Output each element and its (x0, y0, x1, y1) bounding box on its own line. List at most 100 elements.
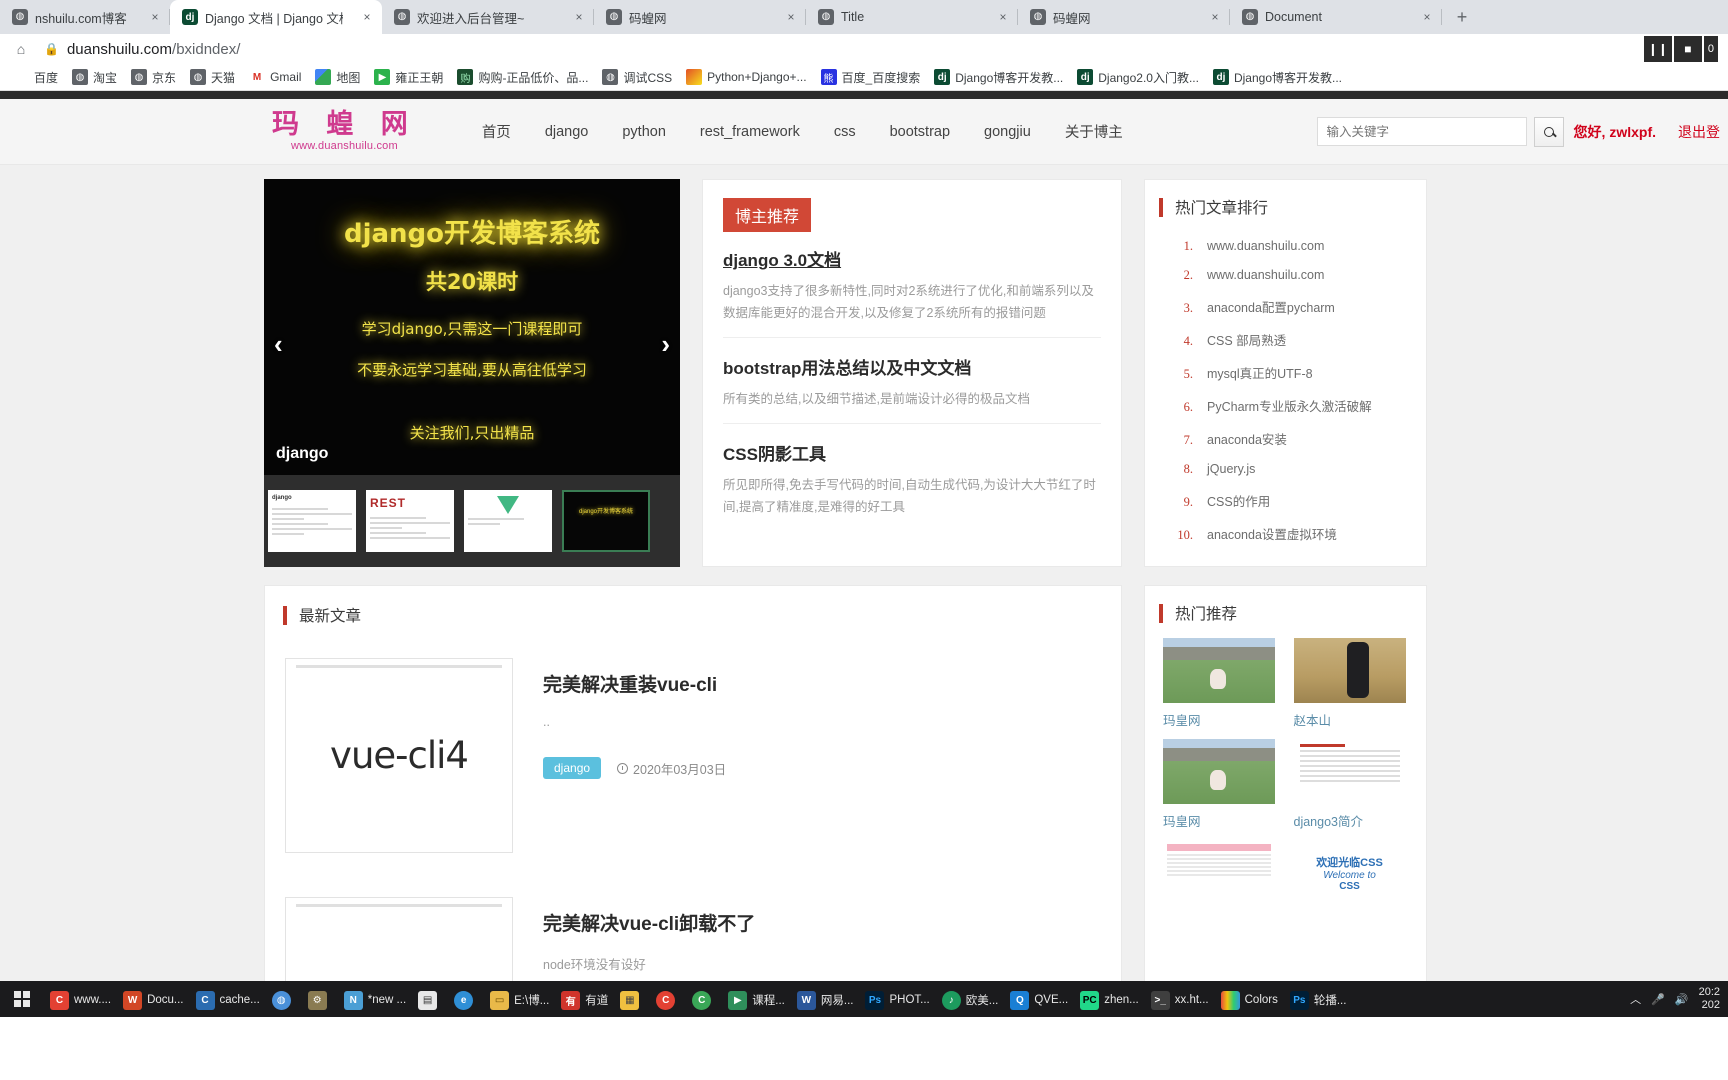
taskbar-item[interactable]: Q QVE... (1004, 981, 1074, 1017)
nav-item-bootstrap[interactable]: bootstrap (873, 116, 967, 148)
hot-caption[interactable]: 赵本山 (1294, 710, 1409, 729)
rank-label[interactable]: CSS 部局熟透 (1207, 330, 1286, 349)
rank-label[interactable]: mysql真正的UTF-8 (1207, 363, 1313, 382)
taskbar-item[interactable]: C (650, 981, 686, 1017)
taskbar-item[interactable]: ▶ 课程... (722, 981, 791, 1017)
home-icon[interactable]: ⌂ (10, 38, 32, 60)
recommend-title[interactable]: bootstrap用法总结以及中文文档 (723, 354, 1101, 379)
nav-item-about[interactable]: 关于博主 (1048, 113, 1140, 150)
hot-caption[interactable]: 玛皇网 (1163, 811, 1278, 830)
new-tab-button[interactable]: + (1448, 3, 1476, 31)
bookmark-item[interactable]: 购购购-正品低价、品... (450, 67, 595, 88)
taskbar-item[interactable]: e (448, 981, 484, 1017)
hot-caption[interactable]: django3简介 (1294, 811, 1409, 830)
taskbar-item[interactable]: ⚙ (302, 981, 338, 1017)
bookmark-item[interactable]: 百度 (6, 67, 65, 88)
browser-tab[interactable]: ◍ Title × (806, 0, 1018, 34)
hot-thumbnail[interactable] (1293, 739, 1406, 804)
article-tag[interactable]: django (543, 757, 602, 779)
bookmark-item[interactable]: 地图 (308, 67, 367, 88)
list-item[interactable]: 10. anaconda设置虚拟环境 (1175, 517, 1408, 550)
taskbar-item[interactable]: W Docu... (117, 981, 189, 1017)
nav-item-css[interactable]: css (817, 116, 873, 148)
taskbar-item[interactable]: >_ xx.ht... (1145, 981, 1215, 1017)
carousel-thumb[interactable] (464, 490, 552, 552)
hot-item[interactable]: 赵本山 (1293, 638, 1409, 729)
bookmark-item[interactable]: 熊百度_百度搜索 (814, 67, 928, 88)
tab-close-button[interactable]: × (148, 10, 162, 24)
search-button[interactable] (1533, 116, 1564, 147)
bookmark-item[interactable]: dj Django2.0入门教... (1070, 67, 1206, 88)
hot-thumbnail[interactable] (1163, 638, 1275, 703)
rank-label[interactable]: www.duanshuilu.com (1207, 268, 1324, 282)
rank-label[interactable]: www.duanshuilu.com (1207, 239, 1324, 253)
nav-item-django[interactable]: django (528, 116, 606, 148)
taskbar-item[interactable]: W 网易... (791, 981, 860, 1017)
taskbar-item[interactable]: ▦ (614, 981, 650, 1017)
search-input[interactable] (1316, 117, 1527, 146)
chevron-up-icon[interactable]: ︿ (1630, 991, 1641, 1007)
list-item[interactable]: 5. mysql真正的UTF-8 (1175, 356, 1408, 389)
hot-item[interactable]: django3简介 (1293, 739, 1409, 830)
tab-close-button[interactable]: × (784, 10, 798, 24)
tab-close-button[interactable]: × (360, 10, 374, 24)
rank-label[interactable]: anaconda设置虚拟环境 (1207, 524, 1337, 543)
list-item[interactable]: 2. www.duanshuilu.com (1175, 261, 1408, 290)
browser-tab-active[interactable]: dj Django 文档 | Django 文档 | Dj × (170, 0, 382, 34)
browser-tab[interactable]: ◍ 码蝗网 × (594, 0, 806, 34)
taskbar-item[interactable]: ◍ (266, 981, 302, 1017)
hero-carousel[interactable]: django开发博客系统 共20课时 学习django,只需这一门课程即可 不要… (264, 179, 680, 567)
article-item[interactable]: vue-cli4 完美解决重装vue-cli .. django 2020年03… (265, 636, 1121, 875)
list-item[interactable]: 1. www.duanshuilu.com (1175, 232, 1408, 261)
taskbar-item[interactable]: ♪ 欧美... (936, 981, 1005, 1017)
windows-icon[interactable] (0, 981, 44, 1017)
rank-label[interactable]: anaconda配置pycharm (1207, 297, 1335, 316)
carousel-thumb[interactable]: django开发博客系统 (562, 490, 650, 552)
taskbar-item[interactable]: N *new ... (338, 981, 412, 1017)
list-item[interactable]: 3. anaconda配置pycharm (1175, 290, 1408, 323)
stop-icon[interactable]: ■ (1673, 36, 1702, 62)
list-item[interactable]: 6. PyCharm专业版永久激活破解 (1175, 389, 1408, 422)
bookmark-item[interactable]: dj Django博客开发教... (927, 67, 1070, 88)
browser-tab[interactable]: ◍ nshuilu.com博客 × (0, 0, 170, 34)
taskbar-item[interactable]: Colors (1215, 981, 1284, 1017)
hot-thumbnail[interactable] (1163, 840, 1275, 905)
taskbar-item[interactable]: ▤ (412, 981, 448, 1017)
bookmark-item[interactable]: ▶ 雍正王朝 (367, 67, 450, 88)
rank-label[interactable]: jQuery.js (1207, 462, 1255, 476)
rank-label[interactable]: CSS的作用 (1207, 491, 1270, 510)
clock-area[interactable]: 20:2 202 (1699, 986, 1720, 1011)
taskbar-item[interactable]: C (686, 981, 722, 1017)
volume-icon[interactable]: 🔊 (1675, 993, 1689, 1006)
taskbar-item[interactable]: Ps 轮播... (1284, 981, 1353, 1017)
tab-close-button[interactable]: × (572, 10, 586, 24)
bookmark-item[interactable]: Python+Django+... (679, 67, 813, 87)
recommend-title[interactable]: CSS阴影工具 (723, 440, 1101, 465)
list-item[interactable]: 9. CSS的作用 (1175, 484, 1408, 517)
nav-item-home[interactable]: 首页 (465, 113, 528, 150)
rank-label[interactable]: PyCharm专业版永久激活破解 (1207, 396, 1372, 415)
list-item[interactable]: 7. anaconda安装 (1175, 422, 1408, 455)
rank-label[interactable]: anaconda安装 (1207, 429, 1287, 448)
recommend-title[interactable]: django 3.0文档 (723, 246, 1101, 271)
taskbar-item[interactable]: Ccache... (190, 981, 266, 1017)
nav-item-gongjiu[interactable]: gongjiu (967, 116, 1048, 148)
taskbar-item[interactable]: 有有道 (555, 981, 614, 1017)
taskbar-item[interactable]: ▭ E:\博... (484, 981, 555, 1017)
bookmark-item[interactable]: ◍ 京东 (124, 67, 183, 88)
hot-thumbnail[interactable] (1163, 739, 1275, 804)
nav-item-python[interactable]: python (605, 116, 683, 148)
chevron-right-icon[interactable]: › (661, 329, 670, 360)
bookmark-item[interactable]: M Gmail (242, 67, 308, 87)
article-title[interactable]: 完美解决重装vue-cli (543, 670, 1101, 697)
tab-close-button[interactable]: × (996, 10, 1010, 24)
hot-item[interactable]: 玛皇网 (1163, 739, 1278, 830)
site-logo[interactable]: 玛 蝗 网 www.duanshuilu.com (272, 111, 417, 152)
pause-icon[interactable]: ❙❙ (1643, 36, 1672, 62)
taskbar-item[interactable]: PC zhen... (1074, 981, 1145, 1017)
recorder-controls[interactable]: ❙❙ ■ 0 (1643, 36, 1718, 62)
hot-item[interactable] (1163, 840, 1278, 912)
address-bar[interactable]: 🔒 duanshuilu.com/bxidndex/ (32, 41, 1644, 58)
taskbar-item[interactable]: Cwww.... (44, 981, 117, 1017)
browser-tab[interactable]: ◍ 码蝗网 × (1018, 0, 1230, 34)
